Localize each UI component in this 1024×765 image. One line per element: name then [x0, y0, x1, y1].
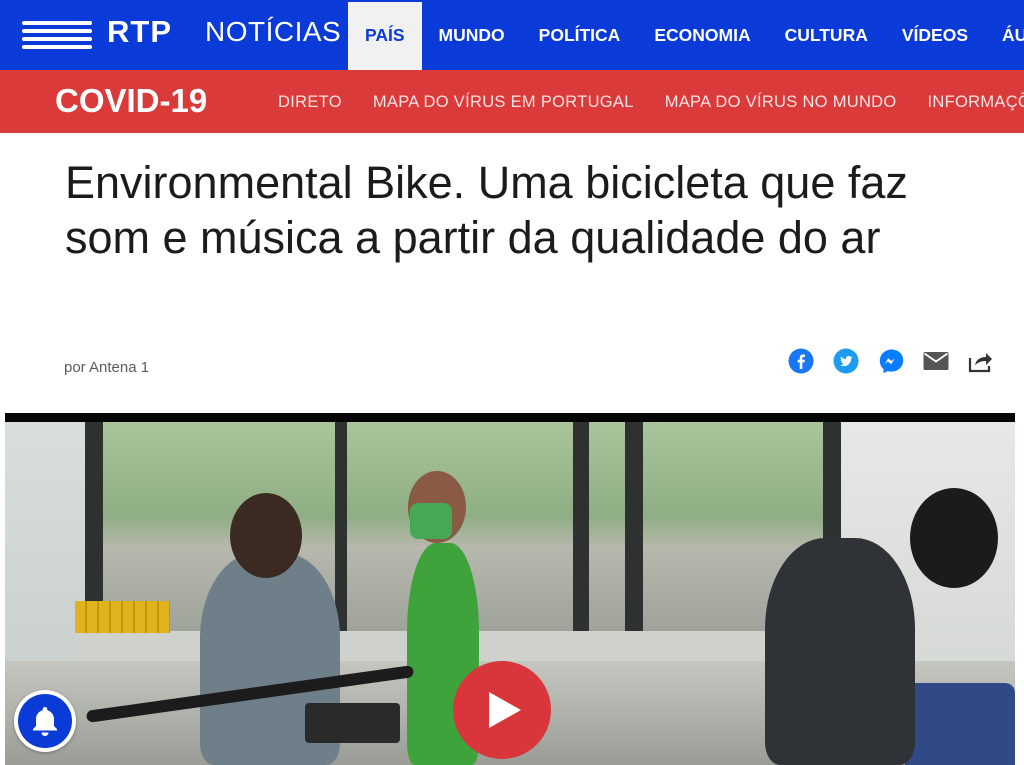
covid-link-mapa-mundo[interactable]: MAPA DO VÍRUS NO MUNDO — [665, 70, 897, 133]
menu-icon[interactable] — [22, 17, 92, 49]
share-bar — [787, 347, 995, 375]
play-icon — [489, 692, 521, 728]
nav-item-pais[interactable]: PAÍS — [348, 2, 422, 70]
notification-bell-button[interactable] — [14, 690, 76, 752]
nav-item-economia[interactable]: ECONOMIA — [637, 0, 767, 70]
article-headline: Environmental Bike. Uma bicicleta que fa… — [65, 157, 908, 263]
nav-item-audios[interactable]: ÁUDIOS — [985, 0, 1024, 70]
covid-links: DIRETO MAPA DO VÍRUS EM PORTUGAL MAPA DO… — [278, 70, 1024, 133]
article-byline: por Antena 1 — [64, 359, 150, 376]
covid-link-direto[interactable]: DIRETO — [278, 70, 342, 133]
covid-link-mapa-portugal[interactable]: MAPA DO VÍRUS EM PORTUGAL — [373, 70, 634, 133]
video-scene-books — [75, 601, 170, 633]
nav-item-cultura[interactable]: CULTURA — [768, 0, 885, 70]
nav-item-politica[interactable]: POLÍTICA — [522, 0, 638, 70]
messenger-icon[interactable] — [877, 347, 905, 375]
video-person-middle-mask — [410, 503, 452, 539]
facebook-icon[interactable] — [787, 347, 815, 375]
video-person-right-head — [910, 488, 998, 588]
share-icon[interactable] — [967, 347, 995, 375]
video-window-frame — [335, 422, 347, 632]
section-nav: PAÍS MUNDO POLÍTICA ECONOMIA CULTURA VÍD… — [348, 0, 1024, 70]
nav-item-mundo[interactable]: MUNDO — [422, 0, 522, 70]
top-navigation: RTP NOTÍCIAS PAÍS MUNDO POLÍTICA ECONOMI… — [0, 0, 1024, 70]
email-icon[interactable] — [922, 347, 950, 375]
video-bike-device — [305, 703, 400, 743]
video-window-frame — [573, 422, 589, 632]
play-button[interactable] — [453, 661, 551, 759]
video-top-edge — [5, 413, 1015, 422]
video-person-left-head — [230, 493, 302, 578]
covid-title[interactable]: COVID-19 — [55, 82, 207, 120]
video-player[interactable] — [5, 413, 1015, 765]
nav-item-videos[interactable]: VÍDEOS — [885, 0, 985, 70]
video-scene-chairs — [905, 683, 1015, 765]
logo-noticias[interactable]: NOTÍCIAS — [205, 16, 341, 48]
logo-rtp[interactable]: RTP — [107, 14, 172, 50]
covid-link-informacoes[interactable]: INFORMAÇÕES — [928, 70, 1024, 133]
video-person-right — [765, 538, 915, 765]
twitter-icon[interactable] — [832, 347, 860, 375]
covid-bar: COVID-19 DIRETO MAPA DO VÍRUS EM PORTUGA… — [0, 70, 1024, 133]
video-window-frame — [625, 422, 643, 632]
bell-icon — [18, 694, 72, 748]
